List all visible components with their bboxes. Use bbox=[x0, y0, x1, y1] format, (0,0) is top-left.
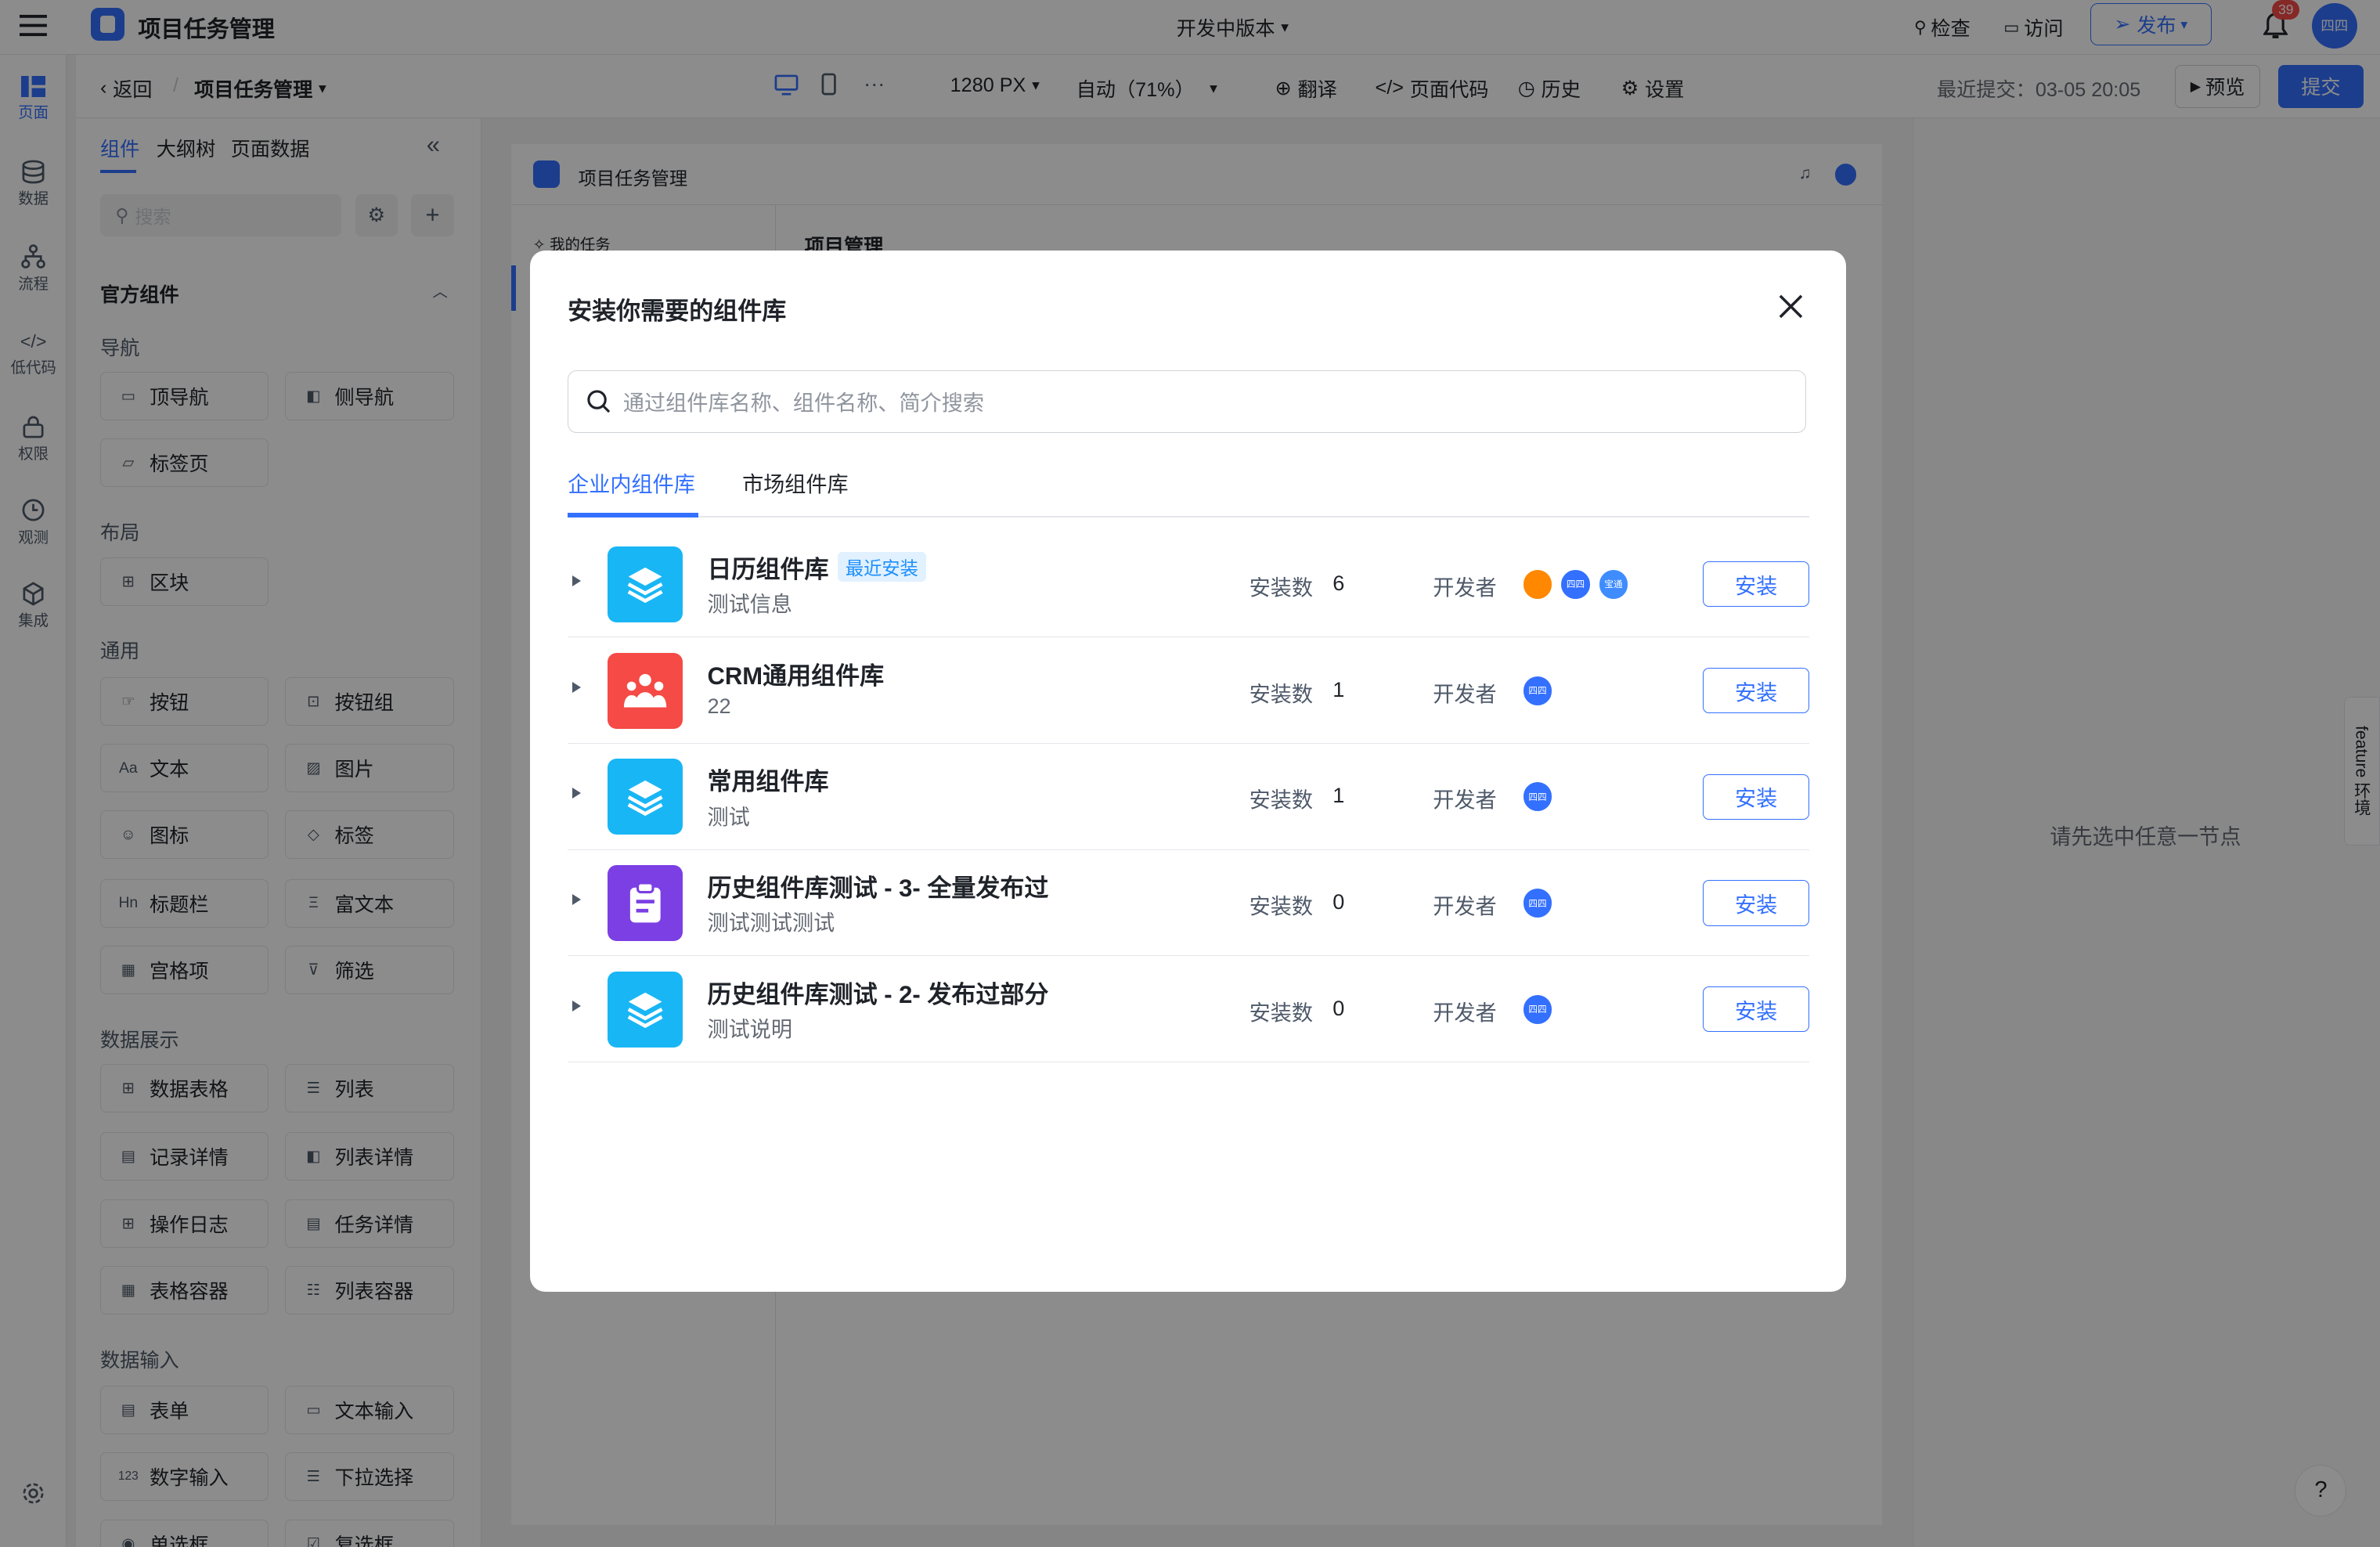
developer-avatars: 四四 bbox=[1522, 888, 1560, 918]
library-name: 日历组件库 bbox=[707, 555, 829, 583]
tab-enterprise-libraries[interactable]: 企业内组件库 bbox=[568, 467, 695, 498]
install-count-label: 安装数 bbox=[1249, 681, 1313, 706]
developer-avatar: 四四 bbox=[1522, 675, 1553, 706]
developer-label: 开发者 bbox=[1433, 575, 1497, 600]
library-desc: 测试信息 bbox=[707, 592, 792, 617]
install-button[interactable]: 安装 bbox=[1703, 880, 1810, 926]
developer-label: 开发者 bbox=[1433, 894, 1497, 919]
library-name-row: CRM通用组件库 bbox=[707, 656, 884, 691]
library-row: 日历组件库 最近安装 测试信息 安装数 6 开发者 四四 宝通 安装 bbox=[568, 532, 1810, 638]
developer-avatars: 四四 宝通 bbox=[1522, 569, 1636, 600]
expand-caret-icon[interactable] bbox=[572, 788, 581, 799]
library-logo bbox=[607, 546, 683, 622]
developer-avatar: 宝通 bbox=[1598, 569, 1629, 600]
library-desc: 测试测试测试 bbox=[707, 911, 835, 936]
layers-icon bbox=[624, 776, 666, 818]
library-name-row: 常用组件库 bbox=[707, 762, 828, 797]
recent-install-badge: 最近安装 bbox=[838, 552, 926, 582]
tabs-divider bbox=[568, 516, 1810, 518]
expand-caret-icon[interactable] bbox=[572, 681, 581, 693]
tab-active-indicator bbox=[568, 513, 698, 518]
install-button[interactable]: 安装 bbox=[1703, 668, 1810, 714]
library-name-row: 历史组件库测试 - 3- 全量发布过 bbox=[707, 868, 1048, 903]
install-count-label: 安装数 bbox=[1249, 575, 1313, 600]
library-row: 常用组件库测试 安装数 1 开发者 四四 安装 bbox=[568, 744, 1810, 850]
close-icon[interactable] bbox=[1777, 293, 1805, 320]
install-count-label: 安装数 bbox=[1249, 788, 1313, 813]
layers-icon bbox=[624, 563, 666, 605]
library-row: 历史组件库测试 - 3- 全量发布过 测试测试测试 安装数 0 开发者 四四 安装 bbox=[568, 850, 1810, 957]
library-name: CRM通用组件库 bbox=[707, 662, 885, 690]
developer-avatar: 四四 bbox=[1560, 569, 1591, 600]
install-count: 1 bbox=[1332, 676, 1345, 701]
developer-avatars: 四四 bbox=[1522, 781, 1560, 813]
library-row: CRM通用组件库 22 安装数 1 开发者 四四 安装 bbox=[568, 637, 1810, 744]
team-icon bbox=[622, 671, 668, 710]
library-name: 历史组件库测试 - 3- 全量发布过 bbox=[707, 874, 1049, 902]
developer-avatar: 四四 bbox=[1522, 781, 1553, 813]
library-row: 历史组件库测试 - 2- 发布过部分 测试说明 安装数 0 开发者 四四 安装 bbox=[568, 956, 1810, 1063]
developer-avatars: 四四 bbox=[1522, 675, 1560, 706]
developer-avatars: 四四 bbox=[1522, 993, 1560, 1025]
expand-caret-icon[interactable] bbox=[572, 1000, 581, 1012]
install-button[interactable]: 安装 bbox=[1703, 986, 1810, 1033]
install-count: 0 bbox=[1332, 995, 1345, 1020]
modal-title: 安装你需要的组件库 bbox=[568, 298, 787, 326]
install-count: 1 bbox=[1332, 783, 1345, 808]
search-icon bbox=[587, 390, 611, 413]
library-logo bbox=[607, 759, 683, 835]
install-library-modal: 安装你需要的组件库 通过组件库名称、组件名称、简介搜索 企业内组件库 市场组件库… bbox=[529, 250, 1846, 1292]
expand-caret-icon[interactable] bbox=[572, 575, 581, 586]
developer-avatar bbox=[1522, 569, 1553, 600]
install-button[interactable]: 安装 bbox=[1703, 561, 1810, 608]
library-logo bbox=[607, 865, 683, 942]
library-name: 常用组件库 bbox=[707, 768, 829, 796]
install-count: 6 bbox=[1332, 570, 1345, 595]
clipboard-icon bbox=[627, 882, 664, 924]
expand-caret-icon[interactable] bbox=[572, 893, 581, 905]
library-search-input[interactable]: 通过组件库名称、组件名称、简介搜索 bbox=[568, 370, 1807, 433]
library-name-row: 历史组件库测试 - 2- 发布过部分 bbox=[707, 975, 1048, 1010]
tab-market-libraries[interactable]: 市场组件库 bbox=[742, 467, 849, 498]
library-name-row: 日历组件库 最近安装 bbox=[707, 550, 926, 585]
library-search-placeholder: 通过组件库名称、组件名称、简介搜索 bbox=[622, 391, 984, 416]
developer-label: 开发者 bbox=[1433, 788, 1497, 813]
library-desc: 测试 bbox=[707, 804, 750, 829]
install-count-label: 安装数 bbox=[1249, 894, 1313, 919]
install-count: 0 bbox=[1332, 889, 1345, 914]
install-count-label: 安装数 bbox=[1249, 1000, 1313, 1025]
library-logo bbox=[607, 971, 683, 1048]
library-desc: 22 bbox=[707, 694, 731, 719]
developer-label: 开发者 bbox=[1433, 1000, 1497, 1025]
install-button[interactable]: 安装 bbox=[1703, 774, 1810, 820]
library-logo bbox=[607, 652, 683, 729]
library-name: 历史组件库测试 - 2- 发布过部分 bbox=[707, 980, 1049, 1008]
library-desc: 测试说明 bbox=[707, 1017, 792, 1042]
layers-icon bbox=[624, 988, 666, 1030]
developer-avatar: 四四 bbox=[1522, 993, 1553, 1025]
developer-label: 开发者 bbox=[1433, 681, 1497, 706]
developer-avatar: 四四 bbox=[1522, 888, 1553, 918]
